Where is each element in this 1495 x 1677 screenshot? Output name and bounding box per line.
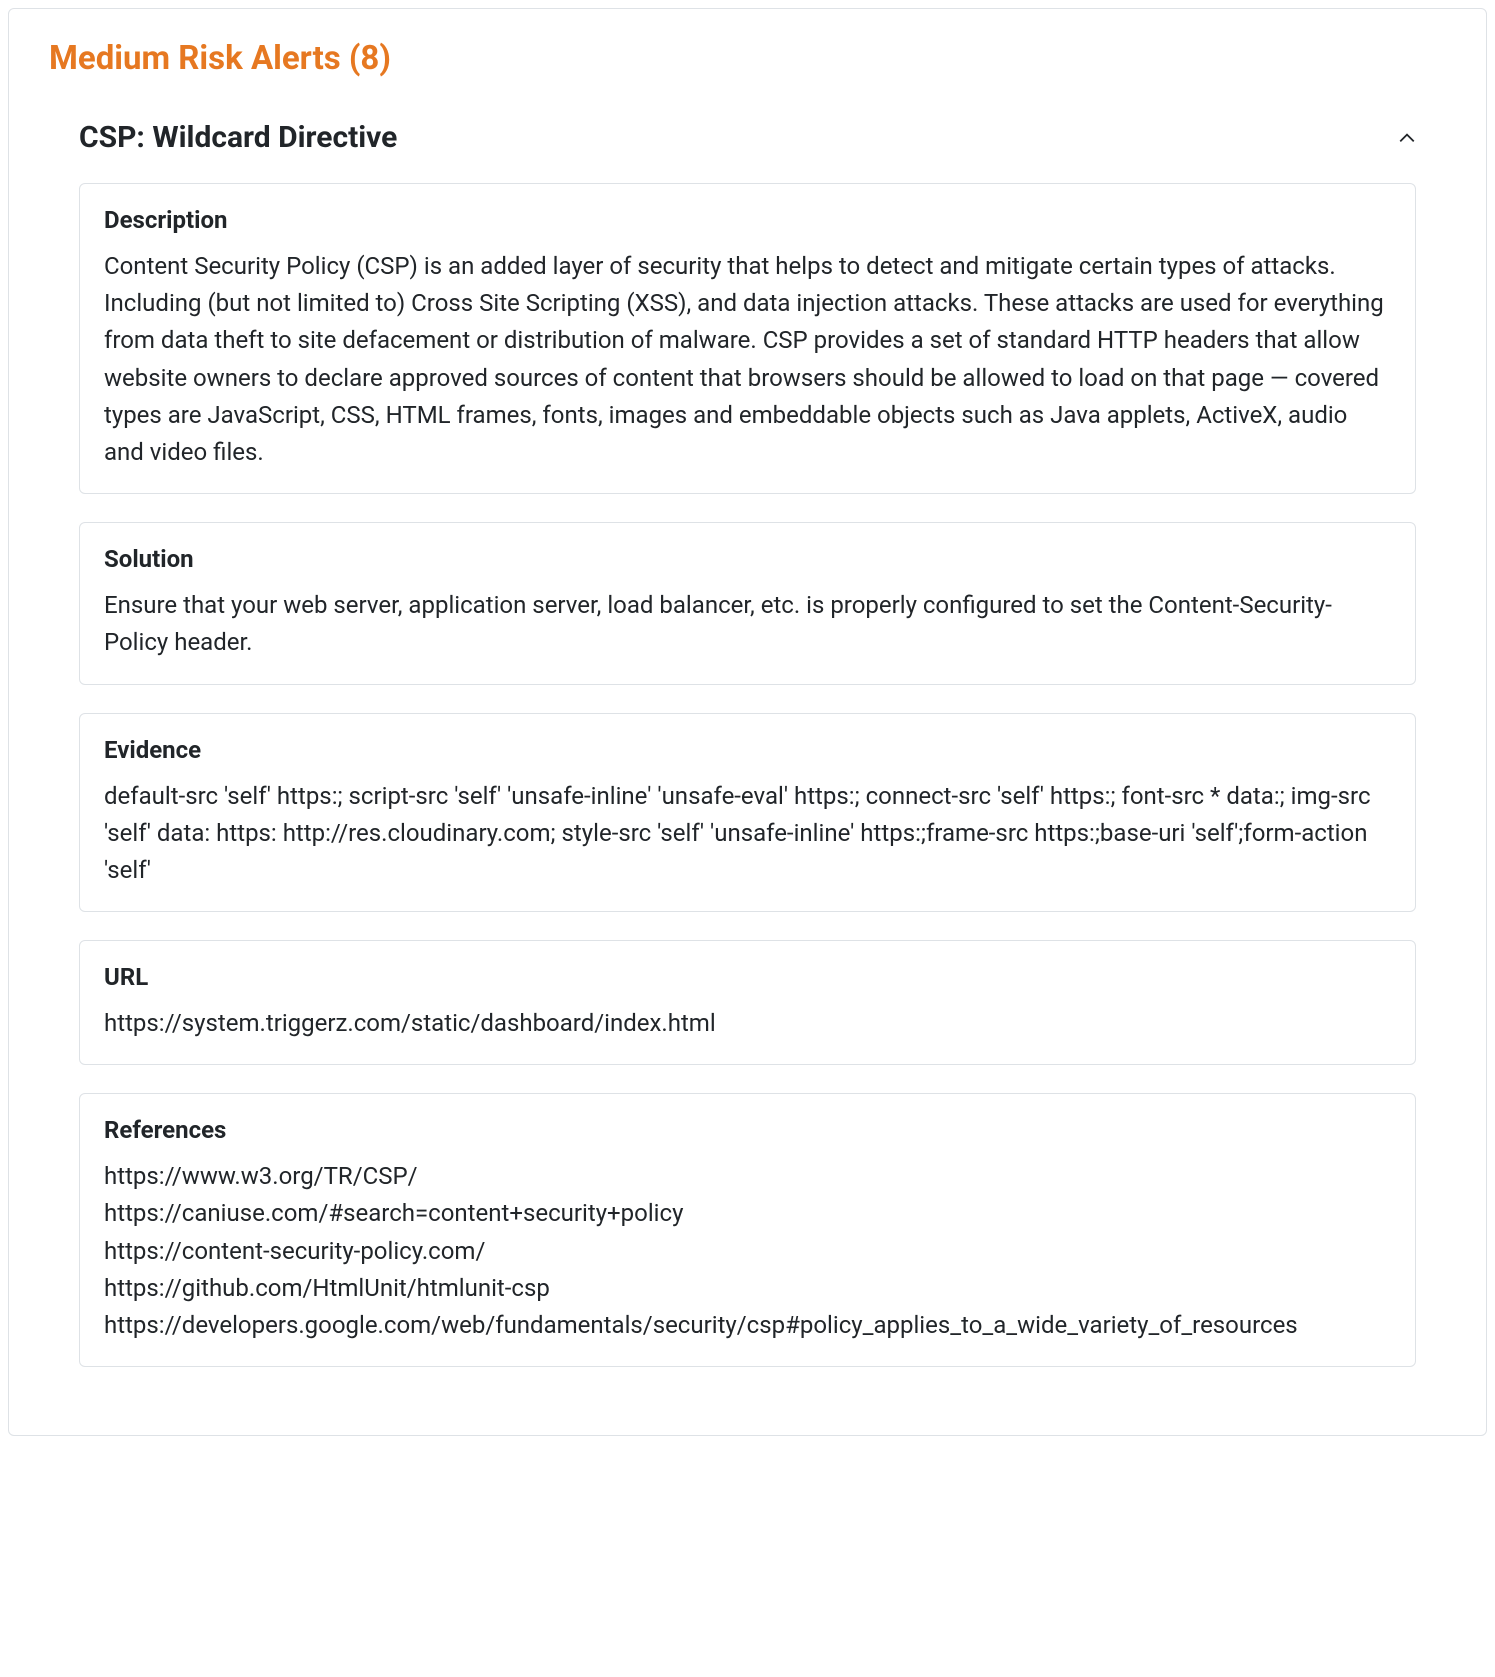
section-title: Medium Risk Alerts (8)	[49, 39, 1446, 78]
reference-link: https://developers.google.com/web/fundam…	[104, 1307, 1391, 1344]
solution-heading: Solution	[104, 545, 1391, 573]
evidence-heading: Evidence	[104, 736, 1391, 764]
reference-link: https://github.com/HtmlUnit/htmlunit-csp	[104, 1270, 1391, 1307]
alert-block: CSP: Wildcard Directive Description Cont…	[49, 120, 1446, 1367]
alert-title: CSP: Wildcard Directive	[79, 120, 397, 155]
solution-card: Solution Ensure that your web server, ap…	[79, 522, 1416, 684]
references-heading: References	[104, 1116, 1391, 1144]
alert-header-toggle[interactable]: CSP: Wildcard Directive	[79, 120, 1416, 155]
description-body: Content Security Policy (CSP) is an adde…	[104, 248, 1391, 471]
reference-link: https://content-security-policy.com/	[104, 1233, 1391, 1270]
url-card: URL https://system.triggerz.com/static/d…	[79, 940, 1416, 1065]
references-body: https://www.w3.org/TR/CSP/https://canius…	[104, 1158, 1391, 1344]
references-card: References https://www.w3.org/TR/CSP/htt…	[79, 1093, 1416, 1367]
description-card: Description Content Security Policy (CSP…	[79, 183, 1416, 494]
risk-alerts-panel: Medium Risk Alerts (8) CSP: Wildcard Dir…	[8, 8, 1487, 1436]
url-heading: URL	[104, 963, 1391, 991]
url-body: https://system.triggerz.com/static/dashb…	[104, 1005, 1391, 1042]
chevron-up-icon	[1398, 129, 1416, 147]
solution-body: Ensure that your web server, application…	[104, 587, 1391, 661]
reference-link: https://caniuse.com/#search=content+secu…	[104, 1195, 1391, 1232]
evidence-card: Evidence default-src 'self' https:; scri…	[79, 713, 1416, 913]
description-heading: Description	[104, 206, 1391, 234]
reference-link: https://www.w3.org/TR/CSP/	[104, 1158, 1391, 1195]
evidence-body: default-src 'self' https:; script-src 's…	[104, 778, 1391, 890]
